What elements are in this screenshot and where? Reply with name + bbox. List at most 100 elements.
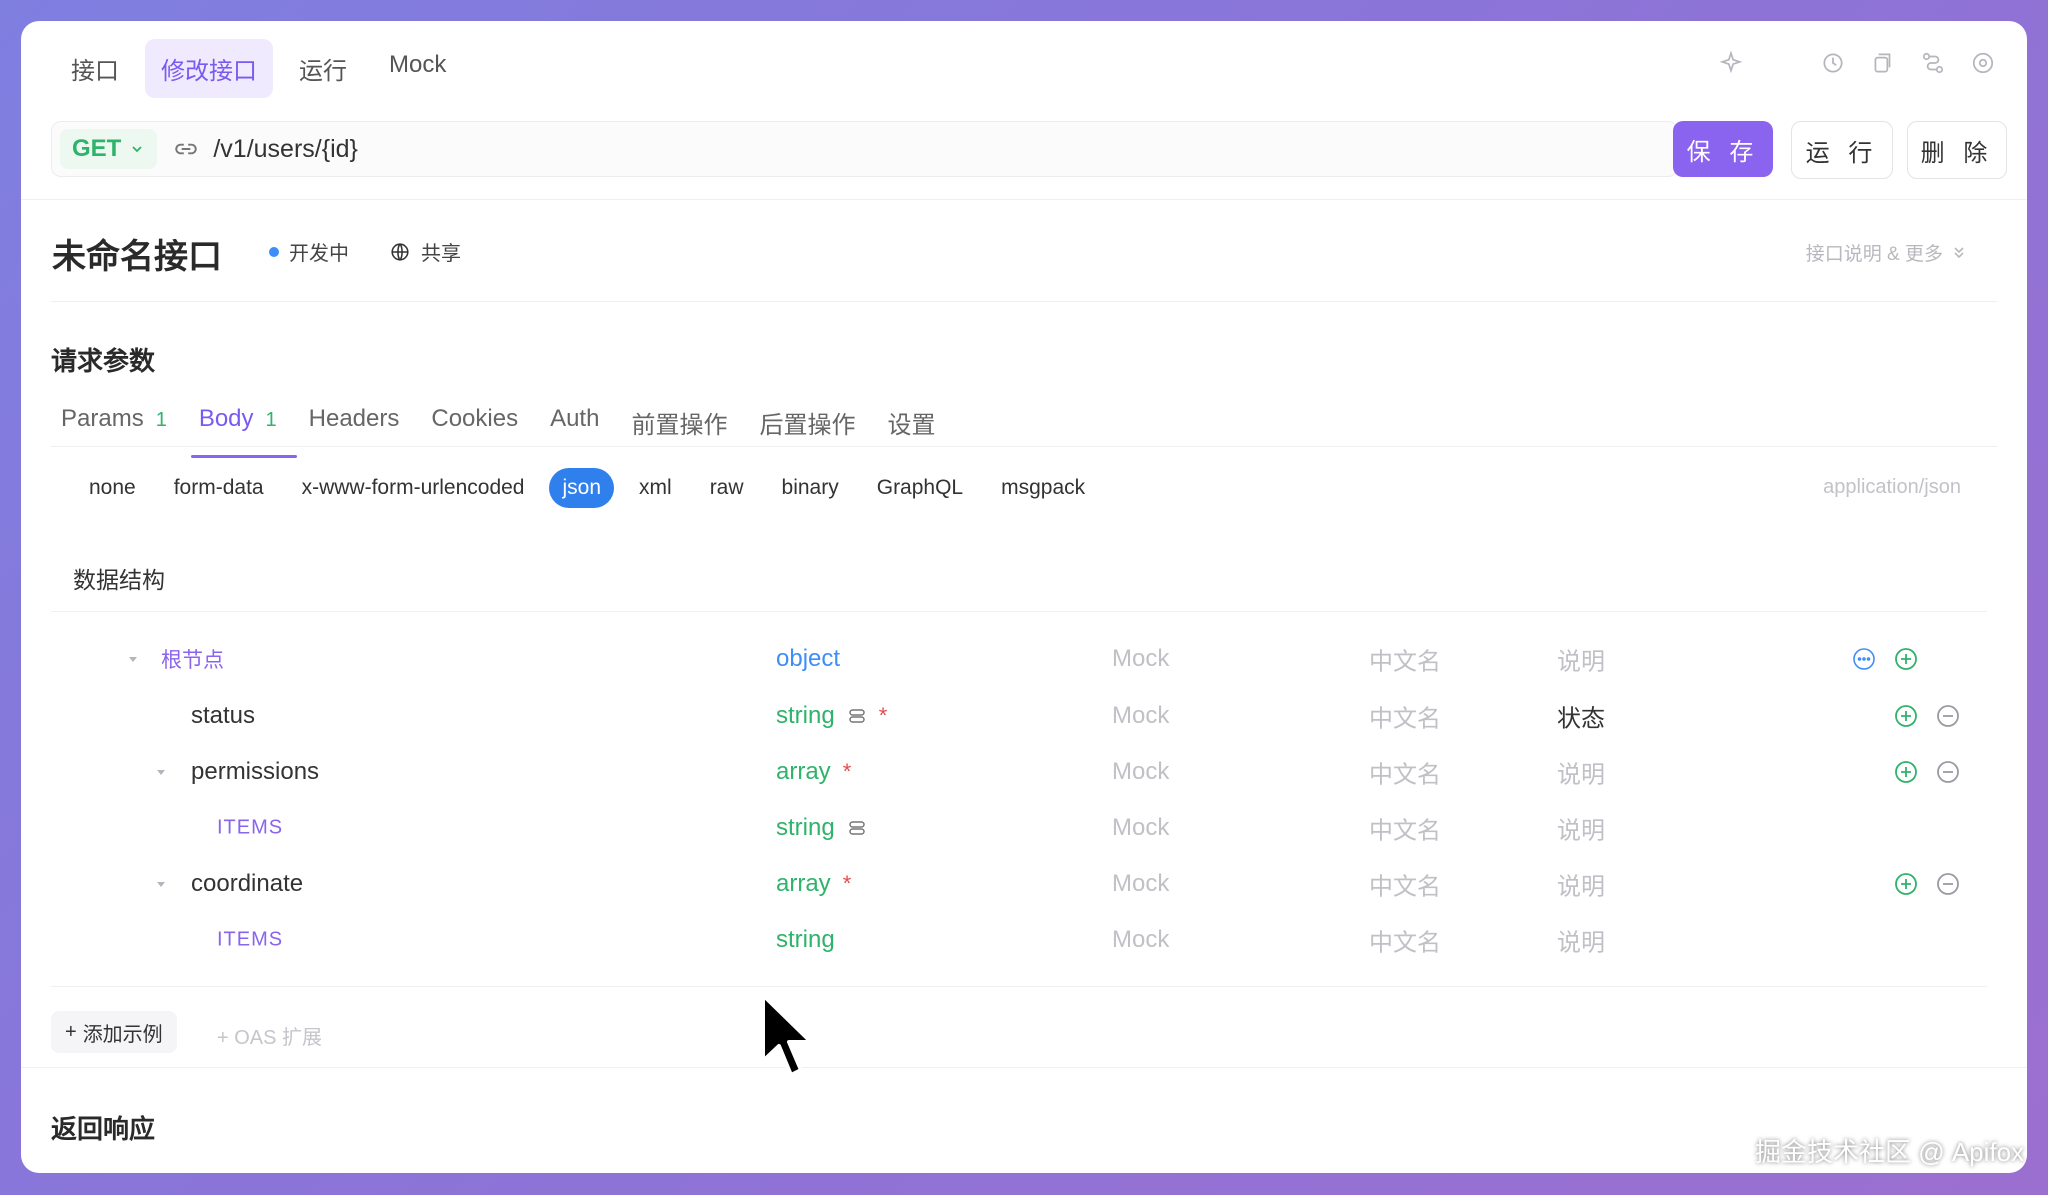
field-name[interactable]: status (191, 702, 255, 730)
tab-pre-actions[interactable]: 前置操作 (631, 397, 727, 458)
tab-api[interactable]: 接口 (55, 39, 135, 98)
remove-field-icon[interactable] (1935, 703, 1961, 729)
caret-down-icon[interactable] (127, 653, 139, 665)
field-type[interactable]: array * (776, 758, 851, 786)
tab-label: Body (198, 405, 254, 432)
method-label: GET (72, 135, 122, 162)
request-params-title: 请求参数 (51, 346, 156, 376)
description-field[interactable]: 说明 (1557, 811, 1605, 846)
field-type[interactable]: array * (776, 870, 851, 898)
mock-field[interactable]: Mock (1112, 758, 1169, 786)
remove-field-icon[interactable] (1935, 759, 1961, 785)
mock-field[interactable]: Mock (1112, 870, 1169, 898)
api-more-toggle[interactable]: 接口说明 & 更多 (1806, 239, 1967, 266)
cn-name-field[interactable]: 中文名 (1369, 755, 1441, 790)
required-marker[interactable]: * (879, 703, 888, 729)
cn-name-field[interactable]: 中文名 (1369, 642, 1441, 677)
schema-row-items: ITEMS string Mock 中文名 说明 (51, 912, 2011, 968)
body-type-none[interactable]: none (76, 468, 149, 508)
url-bar: GET /v1/users/{id} (51, 121, 1678, 177)
schema-row-permissions: permissions array * Mock 中文名 说明 (51, 744, 2011, 800)
description-field[interactable]: 状态 (1557, 699, 1605, 734)
add-sibling-icon[interactable] (1893, 871, 1919, 897)
more-options-icon[interactable] (1851, 646, 1877, 672)
tab-edit-api[interactable]: 修改接口 (145, 39, 273, 98)
format-icon[interactable] (847, 818, 867, 838)
settings-icon[interactable] (1969, 49, 1997, 77)
required-marker[interactable]: * (843, 871, 852, 897)
status-badge[interactable]: 开发中 (269, 237, 349, 266)
cn-name-field[interactable]: 中文名 (1369, 699, 1441, 734)
add-example-label: 添加示例 (82, 1023, 163, 1046)
tab-cookies[interactable]: Cookies (431, 397, 518, 458)
tab-post-actions[interactable]: 后置操作 (759, 397, 855, 458)
add-example-button[interactable]: + 添加示例 (51, 1011, 177, 1053)
oas-extension-button[interactable]: + OAS 扩展 (217, 1021, 322, 1050)
body-type-raw[interactable]: raw (697, 468, 757, 508)
add-sibling-icon[interactable] (1893, 759, 1919, 785)
sparkle-icon[interactable] (1717, 49, 1745, 77)
body-type-urlencoded[interactable]: x-www-form-urlencoded (289, 468, 538, 508)
delete-button[interactable]: 删 除 (1907, 121, 2007, 179)
method-select[interactable]: GET (60, 129, 158, 169)
field-type[interactable]: string (776, 926, 835, 954)
body-type-graphql[interactable]: GraphQL (864, 468, 976, 508)
app-window: 接口 修改接口 运行 Mock GET /v1/users/{id} 保 存 运… (21, 21, 2027, 1173)
description-field[interactable]: 说明 (1557, 642, 1605, 677)
caret-down-icon[interactable] (155, 878, 167, 890)
body-type-msgpack[interactable]: msgpack (988, 468, 1098, 508)
add-child-icon[interactable] (1893, 646, 1919, 672)
field-name[interactable]: 根节点 (161, 644, 224, 674)
api-title[interactable]: 未命名接口 (52, 229, 222, 278)
field-name[interactable]: coordinate (191, 870, 303, 898)
mock-field[interactable]: Mock (1112, 926, 1169, 954)
divider (51, 986, 1987, 987)
remove-field-icon[interactable] (1935, 871, 1961, 897)
body-type-form-data[interactable]: form-data (161, 468, 277, 508)
flow-icon[interactable] (1919, 49, 1947, 77)
tab-run[interactable]: 运行 (283, 39, 363, 98)
body-type-xml[interactable]: xml (626, 468, 685, 508)
cn-name-field[interactable]: 中文名 (1369, 811, 1441, 846)
tab-params[interactable]: Params 1 (61, 397, 167, 458)
status-dot (269, 246, 279, 257)
mock-field[interactable]: Mock (1112, 814, 1169, 842)
response-title: 返回响应 (51, 1114, 156, 1144)
cn-name-field[interactable]: 中文名 (1369, 923, 1441, 958)
field-type[interactable]: string (776, 814, 867, 842)
mock-field[interactable]: Mock (1112, 645, 1169, 673)
format-icon[interactable] (847, 706, 867, 726)
field-type[interactable]: string * (776, 702, 887, 730)
tab-label: Params (61, 405, 144, 432)
more-label: 接口说明 & 更多 (1805, 244, 1943, 265)
cn-name-field[interactable]: 中文名 (1369, 867, 1441, 902)
divider (51, 611, 1987, 612)
tab-mock[interactable]: Mock (373, 39, 462, 98)
top-tab-bar: 接口 修改接口 运行 Mock (55, 39, 462, 98)
caret-down-icon[interactable] (155, 766, 167, 778)
body-type-binary[interactable]: binary (769, 468, 852, 508)
tab-body[interactable]: Body 1 (190, 397, 297, 458)
schema-row-items: ITEMS string Mock 中文名 说明 (51, 800, 2011, 856)
run-button[interactable]: 运 行 (1791, 121, 1893, 179)
history-icon[interactable] (1819, 49, 1847, 77)
save-button[interactable]: 保 存 (1673, 121, 1773, 177)
field-name[interactable]: permissions (191, 758, 319, 786)
mock-field[interactable]: Mock (1112, 702, 1169, 730)
tab-headers[interactable]: Headers (309, 397, 400, 458)
description-field[interactable]: 说明 (1557, 923, 1605, 958)
watermark: 掘金技术社区 @ Apifox (1755, 1137, 2025, 1167)
field-name: ITEMS (217, 928, 284, 951)
copy-icon[interactable] (1869, 49, 1897, 77)
tab-auth[interactable]: Auth (550, 397, 599, 458)
share-toggle[interactable]: 共享 (389, 237, 461, 266)
url-path-input[interactable]: /v1/users/{id} (213, 135, 358, 164)
add-sibling-icon[interactable] (1893, 703, 1919, 729)
tab-settings[interactable]: 设置 (887, 397, 935, 458)
body-type-json[interactable]: json (549, 468, 615, 508)
required-marker[interactable]: * (843, 759, 852, 785)
body-type-selector: none form-data x-www-form-urlencoded jso… (76, 468, 1110, 508)
description-field[interactable]: 说明 (1557, 867, 1605, 902)
description-field[interactable]: 说明 (1557, 755, 1605, 790)
field-type[interactable]: object (776, 645, 840, 673)
